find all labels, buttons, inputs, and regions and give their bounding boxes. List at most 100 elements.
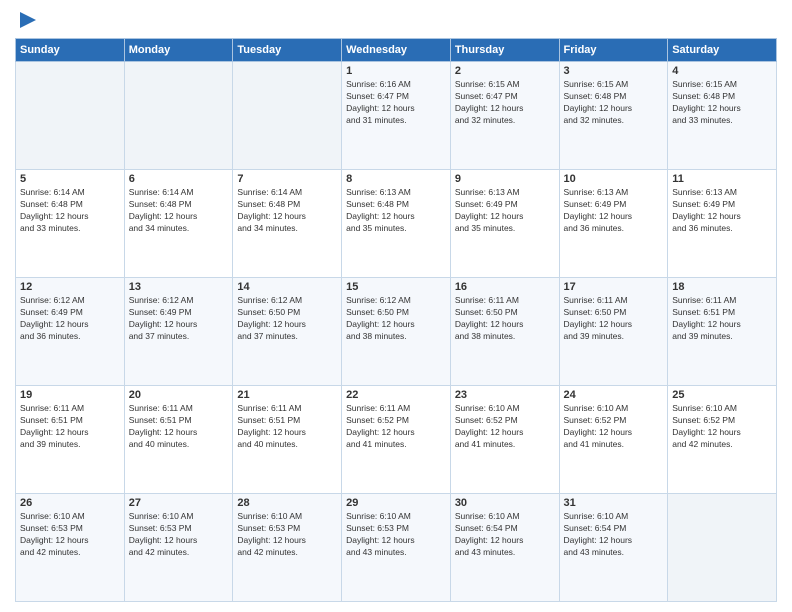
day-number: 21 (237, 389, 337, 401)
weekday-header-wednesday: Wednesday (342, 39, 451, 62)
day-info: Sunrise: 6:11 AM Sunset: 6:50 PM Dayligh… (564, 295, 664, 343)
calendar-cell: 12 Sunrise: 6:12 AM Sunset: 6:49 PM Dayli… (16, 278, 125, 386)
calendar-week-row: 1 Sunrise: 6:16 AM Sunset: 6:47 PM Daylig… (16, 62, 777, 170)
weekday-header-row: SundayMondayTuesdayWednesdayThursdayFrid… (16, 39, 777, 62)
day-number: 25 (672, 389, 772, 401)
calendar-cell: 22Sunrise: 6:11 AM Sunset: 6:52 PM Dayli… (342, 386, 451, 494)
weekday-header-monday: Monday (124, 39, 233, 62)
day-number: 11 (672, 173, 772, 185)
calendar-cell (16, 62, 125, 170)
calendar-cell: 9 Sunrise: 6:13 AM Sunset: 6:49 PM Daylig… (450, 170, 559, 278)
day-number: 8 (346, 173, 446, 185)
day-info: Sunrise: 6:13 AM Sunset: 6:49 PM Dayligh… (455, 187, 555, 235)
day-info: Sunrise: 6:11 AM Sunset: 6:51 PM Dayligh… (20, 403, 120, 451)
day-number: 20 (129, 389, 229, 401)
day-number: 24 (564, 389, 664, 401)
day-number: 4 (672, 65, 772, 77)
day-info: Sunrise: 6:10 AM Sunset: 6:54 PM Dayligh… (455, 511, 555, 559)
day-info: Sunrise: 6:14 AM Sunset: 6:48 PM Dayligh… (20, 187, 120, 235)
weekday-header-thursday: Thursday (450, 39, 559, 62)
weekday-header-sunday: Sunday (16, 39, 125, 62)
calendar-cell (124, 62, 233, 170)
day-info: Sunrise: 6:15 AM Sunset: 6:48 PM Dayligh… (672, 79, 772, 127)
day-number: 18 (672, 281, 772, 293)
day-number: 1 (346, 65, 446, 77)
calendar-cell: 18Sunrise: 6:11 AM Sunset: 6:51 PM Dayli… (668, 278, 777, 386)
calendar-cell: 16 Sunrise: 6:11 AM Sunset: 6:50 PM Dayli… (450, 278, 559, 386)
weekday-header-saturday: Saturday (668, 39, 777, 62)
day-info: Sunrise: 6:10 AM Sunset: 6:53 PM Dayligh… (129, 511, 229, 559)
day-info: Sunrise: 6:11 AM Sunset: 6:50 PM Dayligh… (455, 295, 555, 343)
weekday-header-friday: Friday (559, 39, 668, 62)
calendar-cell: 6 Sunrise: 6:14 AM Sunset: 6:48 PM Daylig… (124, 170, 233, 278)
calendar-cell: 23 Sunrise: 6:10 AM Sunset: 6:52 PM Dayli… (450, 386, 559, 494)
calendar-cell: 26 Sunrise: 6:10 AM Sunset: 6:53 PM Dayli… (16, 494, 125, 602)
day-number: 19 (20, 389, 120, 401)
calendar-cell: 5 Sunrise: 6:14 AM Sunset: 6:48 PM Daylig… (16, 170, 125, 278)
day-info: Sunrise: 6:10 AM Sunset: 6:52 PM Dayligh… (455, 403, 555, 451)
day-info: Sunrise: 6:10 AM Sunset: 6:53 PM Dayligh… (20, 511, 120, 559)
day-info: Sunrise: 6:14 AM Sunset: 6:48 PM Dayligh… (237, 187, 337, 235)
calendar-cell: 31Sunrise: 6:10 AM Sunset: 6:54 PM Dayli… (559, 494, 668, 602)
calendar-cell: 7Sunrise: 6:14 AM Sunset: 6:48 PM Daylig… (233, 170, 342, 278)
calendar-cell: 19 Sunrise: 6:11 AM Sunset: 6:51 PM Dayli… (16, 386, 125, 494)
day-number: 6 (129, 173, 229, 185)
day-number: 26 (20, 497, 120, 509)
day-number: 23 (455, 389, 555, 401)
day-number: 16 (455, 281, 555, 293)
day-info: Sunrise: 6:13 AM Sunset: 6:49 PM Dayligh… (564, 187, 664, 235)
calendar-cell: 4 Sunrise: 6:15 AM Sunset: 6:48 PM Daylig… (668, 62, 777, 170)
day-number: 29 (346, 497, 446, 509)
day-info: Sunrise: 6:12 AM Sunset: 6:50 PM Dayligh… (237, 295, 337, 343)
day-number: 12 (20, 281, 120, 293)
day-info: Sunrise: 6:10 AM Sunset: 6:53 PM Dayligh… (346, 511, 446, 559)
day-info: Sunrise: 6:11 AM Sunset: 6:51 PM Dayligh… (129, 403, 229, 451)
calendar-cell: 30 Sunrise: 6:10 AM Sunset: 6:54 PM Dayli… (450, 494, 559, 602)
day-info: Sunrise: 6:13 AM Sunset: 6:49 PM Dayligh… (672, 187, 772, 235)
calendar-cell: 8Sunrise: 6:13 AM Sunset: 6:48 PM Daylig… (342, 170, 451, 278)
calendar-table: SundayMondayTuesdayWednesdayThursdayFrid… (15, 38, 777, 602)
logo (15, 10, 38, 30)
day-info: Sunrise: 6:11 AM Sunset: 6:51 PM Dayligh… (237, 403, 337, 451)
logo-icon (18, 10, 38, 30)
calendar-cell: 2 Sunrise: 6:15 AM Sunset: 6:47 PM Daylig… (450, 62, 559, 170)
calendar-cell: 27 Sunrise: 6:10 AM Sunset: 6:53 PM Dayli… (124, 494, 233, 602)
calendar-cell (233, 62, 342, 170)
calendar-cell: 21 Sunrise: 6:11 AM Sunset: 6:51 PM Dayli… (233, 386, 342, 494)
day-info: Sunrise: 6:12 AM Sunset: 6:49 PM Dayligh… (129, 295, 229, 343)
calendar-week-row: 26 Sunrise: 6:10 AM Sunset: 6:53 PM Dayli… (16, 494, 777, 602)
day-number: 9 (455, 173, 555, 185)
calendar-week-row: 19 Sunrise: 6:11 AM Sunset: 6:51 PM Dayli… (16, 386, 777, 494)
calendar-cell: 20 Sunrise: 6:11 AM Sunset: 6:51 PM Dayli… (124, 386, 233, 494)
day-number: 15 (346, 281, 446, 293)
day-number: 14 (237, 281, 337, 293)
day-info: Sunrise: 6:12 AM Sunset: 6:50 PM Dayligh… (346, 295, 446, 343)
header (15, 10, 777, 30)
day-number: 28 (237, 497, 337, 509)
calendar-cell: 28Sunrise: 6:10 AM Sunset: 6:53 PM Dayli… (233, 494, 342, 602)
calendar-cell: 25Sunrise: 6:10 AM Sunset: 6:52 PM Dayli… (668, 386, 777, 494)
day-info: Sunrise: 6:16 AM Sunset: 6:47 PM Dayligh… (346, 79, 446, 127)
day-number: 30 (455, 497, 555, 509)
day-number: 27 (129, 497, 229, 509)
day-number: 5 (20, 173, 120, 185)
calendar-cell: 15 Sunrise: 6:12 AM Sunset: 6:50 PM Dayli… (342, 278, 451, 386)
day-number: 17 (564, 281, 664, 293)
day-number: 2 (455, 65, 555, 77)
day-info: Sunrise: 6:15 AM Sunset: 6:47 PM Dayligh… (455, 79, 555, 127)
calendar-cell (668, 494, 777, 602)
calendar-cell: 17 Sunrise: 6:11 AM Sunset: 6:50 PM Dayli… (559, 278, 668, 386)
day-info: Sunrise: 6:15 AM Sunset: 6:48 PM Dayligh… (564, 79, 664, 127)
day-number: 3 (564, 65, 664, 77)
calendar-week-row: 12 Sunrise: 6:12 AM Sunset: 6:49 PM Dayli… (16, 278, 777, 386)
calendar-cell: 10Sunrise: 6:13 AM Sunset: 6:49 PM Dayli… (559, 170, 668, 278)
day-number: 13 (129, 281, 229, 293)
day-info: Sunrise: 6:11 AM Sunset: 6:52 PM Dayligh… (346, 403, 446, 451)
day-number: 31 (564, 497, 664, 509)
weekday-header-tuesday: Tuesday (233, 39, 342, 62)
day-info: Sunrise: 6:12 AM Sunset: 6:49 PM Dayligh… (20, 295, 120, 343)
calendar-cell: 14 Sunrise: 6:12 AM Sunset: 6:50 PM Dayli… (233, 278, 342, 386)
calendar-cell: 24Sunrise: 6:10 AM Sunset: 6:52 PM Dayli… (559, 386, 668, 494)
day-info: Sunrise: 6:14 AM Sunset: 6:48 PM Dayligh… (129, 187, 229, 235)
calendar-cell: 11 Sunrise: 6:13 AM Sunset: 6:49 PM Dayli… (668, 170, 777, 278)
